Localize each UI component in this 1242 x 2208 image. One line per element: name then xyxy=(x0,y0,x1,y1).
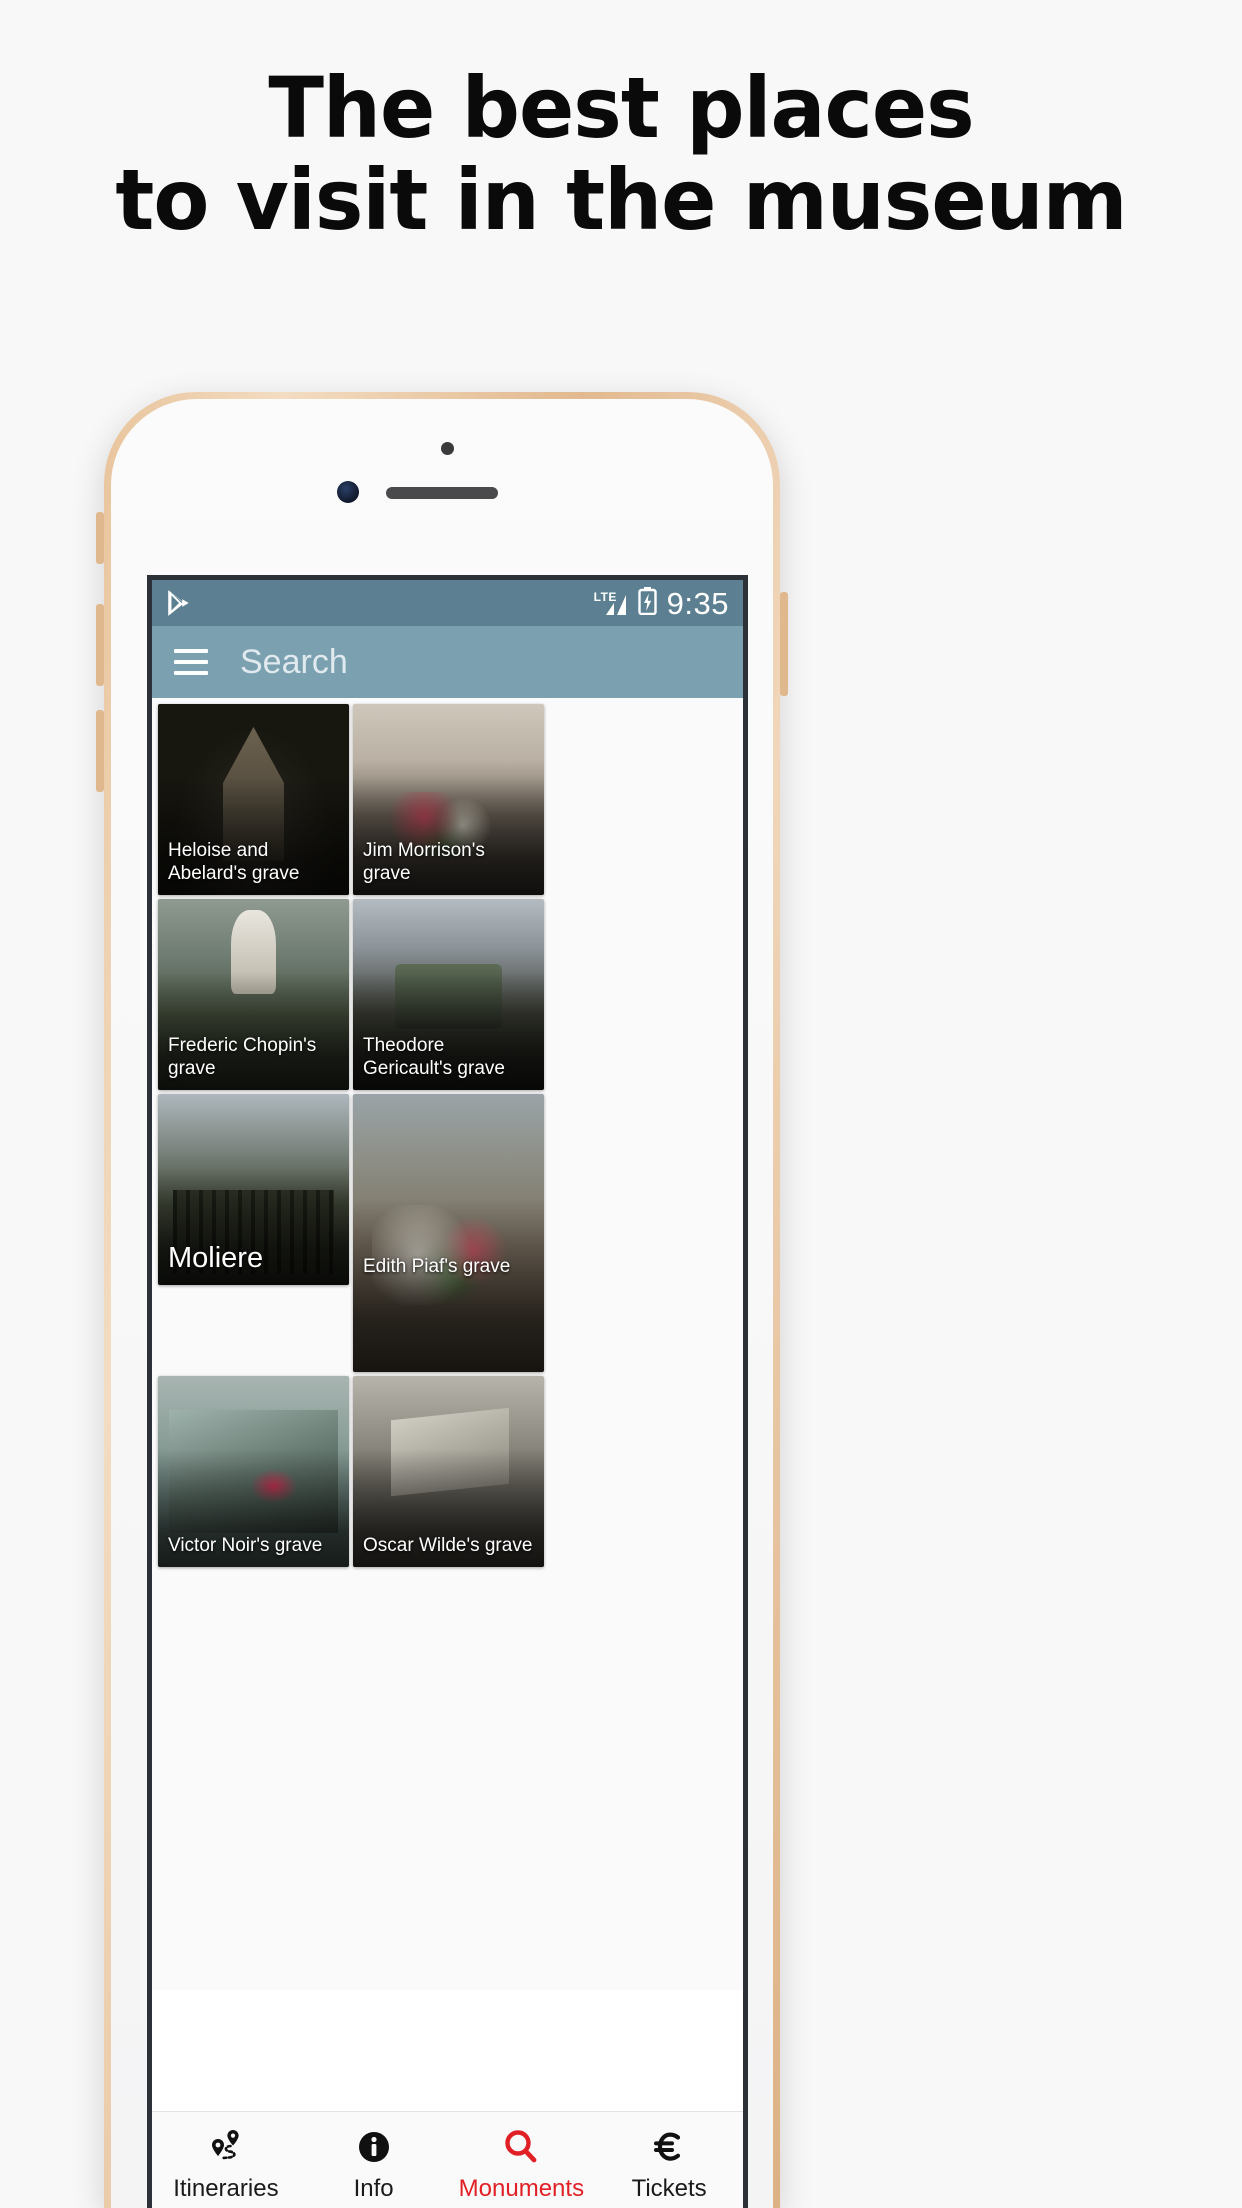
phone-screen: LTE 9:35 Search Heloise and Abelard's gr… xyxy=(147,575,748,2208)
phone-device-frame: LTE 9:35 Search Heloise and Abelard's gr… xyxy=(96,392,788,2208)
search-input[interactable] xyxy=(240,642,620,682)
poster-page: The best places to visit in the museum L… xyxy=(0,0,1242,2208)
grid-tile-heloise-abelard[interactable]: Heloise and Abelard's grave xyxy=(158,704,349,895)
nav-label: Monuments xyxy=(458,2174,585,2202)
status-bar-clock: 9:35 xyxy=(666,585,729,621)
tile-label: Frederic Chopin's grave xyxy=(168,1035,317,1079)
tile-label: Victor Noir's grave xyxy=(168,1535,323,1556)
proximity-sensor-icon xyxy=(441,442,454,455)
grid-tile-oscar-wilde[interactable]: Oscar Wilde's grave xyxy=(353,1376,544,1567)
bottom-navigation-bar: Itineraries Info Monuments Tickets xyxy=(152,2111,743,2208)
play-store-icon xyxy=(166,589,192,617)
grid-tile-theodore-gericault[interactable]: Theodore Gericault's grave xyxy=(353,899,544,1090)
search-magnifier-icon xyxy=(501,2126,541,2168)
volume-down-button[interactable] xyxy=(96,710,104,792)
grid-tile-edith-piaf[interactable]: Edith Piaf's grave xyxy=(353,1094,544,1372)
nav-item-monuments[interactable]: Monuments xyxy=(448,2126,596,2202)
euro-icon xyxy=(649,2126,689,2168)
page-title: The best places to visit in the museum xyxy=(19,62,1224,246)
app-bar xyxy=(152,626,743,698)
nav-label: Info xyxy=(353,2174,394,2202)
tile-label: Oscar Wilde's grave xyxy=(363,1535,533,1556)
route-pins-icon xyxy=(206,2126,246,2168)
grid-tile-victor-noir[interactable]: Victor Noir's grave xyxy=(158,1376,349,1567)
silent-switch[interactable] xyxy=(96,512,104,564)
tile-label: Moliere xyxy=(168,1242,264,1274)
tile-label: Theodore Gericault's grave xyxy=(363,1035,505,1079)
front-camera-icon xyxy=(337,481,359,503)
grid-tile-jim-morrison[interactable]: Jim Morrison's grave xyxy=(353,704,544,895)
tile-label: Edith Piaf's grave xyxy=(363,1256,511,1277)
tile-label: Jim Morrison's grave xyxy=(363,840,485,884)
nav-item-info[interactable]: Info xyxy=(300,2126,448,2202)
nav-item-tickets[interactable]: Tickets xyxy=(595,2126,743,2202)
signal-bars-icon: LTE xyxy=(594,589,628,617)
grid-tile-moliere[interactable]: Moliere xyxy=(158,1094,349,1285)
power-button[interactable] xyxy=(780,592,788,696)
earpiece-speaker xyxy=(386,487,498,499)
battery-charging-icon xyxy=(637,586,657,620)
monuments-grid: Heloise and Abelard's grave Jim Morrison… xyxy=(152,698,743,1990)
phone-body: LTE 9:35 Search Heloise and Abelard's gr… xyxy=(111,399,773,2208)
headline-line-2: to visit in the museum xyxy=(115,151,1127,249)
info-circle-icon xyxy=(355,2126,393,2168)
grid-tile-frederic-chopin[interactable]: Frederic Chopin's grave xyxy=(158,899,349,1090)
status-bar: LTE 9:35 xyxy=(152,580,743,626)
headline-line-1: The best places xyxy=(268,59,974,157)
volume-up-button[interactable] xyxy=(96,604,104,686)
nav-label: Itineraries xyxy=(173,2174,279,2202)
hamburger-menu-icon[interactable] xyxy=(174,649,208,675)
nav-item-itineraries[interactable]: Itineraries xyxy=(152,2126,300,2202)
tile-label: Heloise and Abelard's grave xyxy=(168,840,300,884)
status-icons-group: LTE 9:35 xyxy=(594,585,729,621)
nav-label: Tickets xyxy=(631,2174,707,2202)
